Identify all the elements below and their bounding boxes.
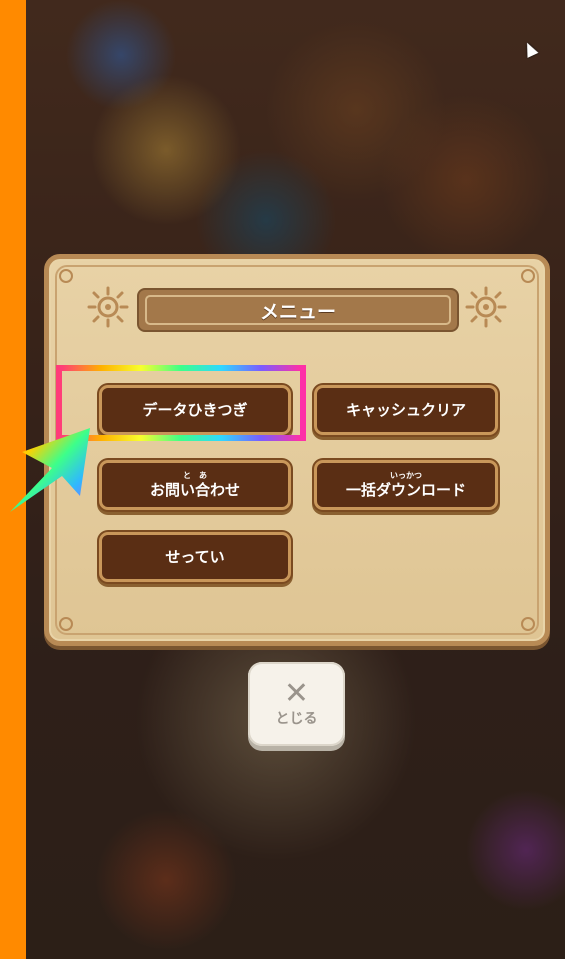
close-label: とじる <box>275 711 318 727</box>
furigana: と あ <box>183 470 207 480</box>
corner-ornament-icon <box>59 617 73 631</box>
pointer-arrow-icon <box>10 428 90 512</box>
menu-dialog: メニュー データひきつぎ キャッシュクリア と あ お問い合わせ いっかつ 一括… <box>44 254 550 646</box>
button-label: せってい <box>165 548 225 566</box>
contact-button[interactable]: と あ お問い合わせ <box>99 460 291 510</box>
cache-clear-button[interactable]: キャッシュクリア <box>314 385 498 435</box>
sun-ornament-icon <box>87 286 129 328</box>
menu-title: メニュー <box>259 300 336 323</box>
menu-title-banner: メニュー <box>137 288 459 332</box>
close-button[interactable]: ✕ とじる <box>248 662 345 746</box>
sun-ornament-icon <box>465 286 507 328</box>
settings-button[interactable]: せってい <box>99 532 291 582</box>
corner-ornament-icon <box>59 269 73 283</box>
furigana: いっかつ <box>390 470 422 480</box>
corner-ornament-icon <box>521 269 535 283</box>
corner-ornament-icon <box>521 617 535 631</box>
close-icon: ✕ <box>283 676 310 711</box>
button-label: 一括ダウンロード <box>345 480 466 499</box>
bulk-download-button[interactable]: いっかつ 一括ダウンロード <box>314 460 498 510</box>
button-label: キャッシュクリア <box>345 401 466 419</box>
button-label: お問い合わせ <box>149 480 240 499</box>
